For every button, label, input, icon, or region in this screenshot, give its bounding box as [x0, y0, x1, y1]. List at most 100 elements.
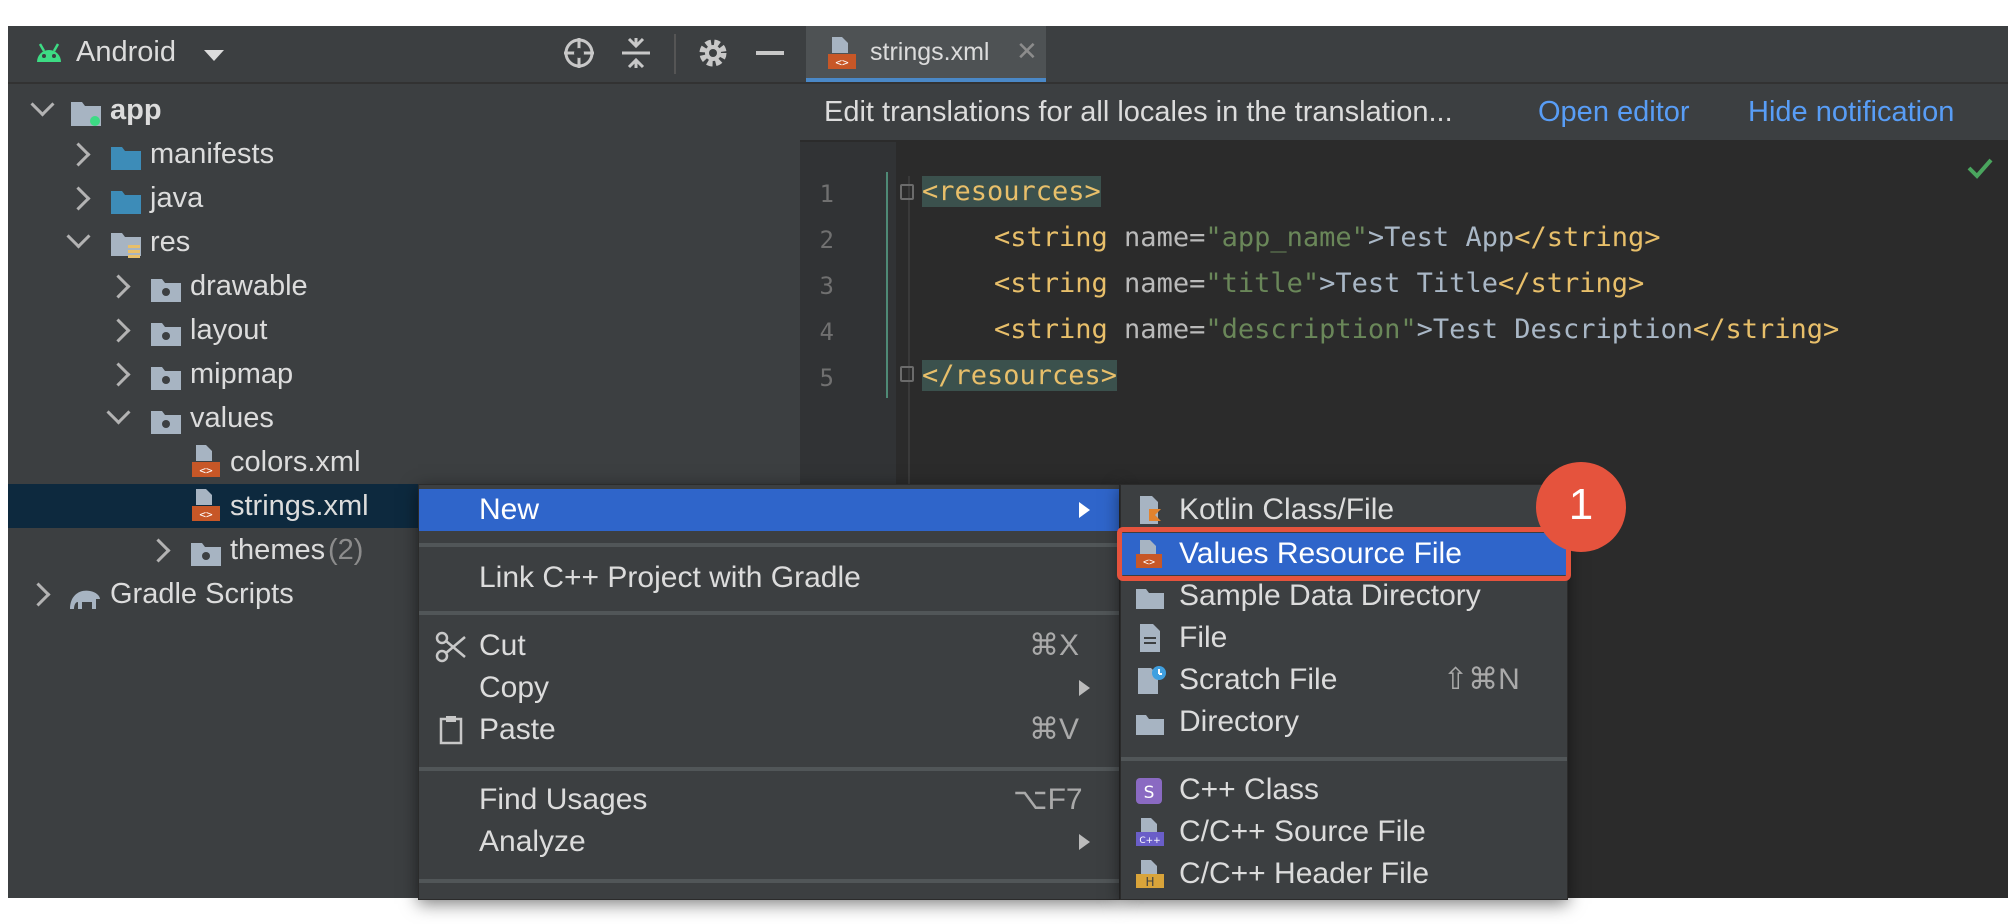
tree-item-layout[interactable]: layout — [8, 308, 800, 352]
svg-text:S: S — [1144, 783, 1155, 803]
cpp-source-icon: C++ — [1135, 817, 1164, 847]
folder-icon — [150, 272, 182, 302]
menu-item-find-usages[interactable]: Find Usages ⌥F7 — [419, 779, 1119, 821]
svg-text:<>: <> — [199, 464, 213, 477]
code-line-5[interactable]: </resources> — [922, 360, 1118, 391]
code-line-2[interactable]: <string name="app_name">Test App</string… — [994, 222, 1661, 253]
close-icon[interactable]: ✕ — [1016, 36, 1038, 67]
step-callout: 1 — [1536, 462, 1626, 552]
folder-icon — [150, 360, 182, 390]
menu-separator — [419, 879, 1119, 883]
tree-item-app[interactable]: app — [8, 88, 800, 132]
chevron-right-icon[interactable] — [66, 186, 91, 211]
menu-separator — [419, 611, 1119, 615]
chevron-right-icon[interactable] — [106, 274, 131, 299]
menu-item-cut[interactable]: Cut ⌘X — [419, 625, 1119, 667]
open-editor-link[interactable]: Open editor — [1538, 96, 1690, 129]
tree-item-colors-xml[interactable]: <> colors.xml — [8, 440, 800, 484]
android-icon — [34, 40, 64, 69]
line-number: 3 — [819, 272, 834, 300]
tree-item-java[interactable]: java — [8, 176, 800, 220]
submenu-item-kotlin[interactable]: Kotlin Class/File — [1121, 489, 1567, 531]
chevron-down-icon[interactable] — [106, 400, 131, 425]
svg-text:C++: C++ — [1139, 836, 1160, 846]
tree-item-manifests[interactable]: manifests — [8, 132, 800, 176]
submenu-item-scratch-file[interactable]: Scratch File ⇧⌘N — [1121, 659, 1567, 701]
menu-separator — [419, 767, 1119, 771]
folder-icon — [110, 184, 142, 214]
chevron-down-icon[interactable] — [66, 224, 91, 249]
project-view-selector[interactable]: Android — [76, 36, 176, 69]
xml-file-icon: <> — [190, 444, 222, 477]
menu-separator — [419, 543, 1119, 547]
submenu-arrow-icon — [1079, 834, 1090, 850]
menu-item-new[interactable]: New — [419, 489, 1119, 531]
submenu-item-cpp-header[interactable]: H C/C++ Header File — [1121, 853, 1567, 895]
menu-item-copy[interactable]: Copy — [419, 667, 1119, 709]
translation-notification: Edit translations for all locales in the… — [800, 84, 2008, 140]
submenu-item-cpp-source[interactable]: C++ C/C++ Source File — [1121, 811, 1567, 853]
menu-separator — [1121, 757, 1567, 761]
chevron-right-icon[interactable] — [66, 142, 91, 167]
folder-icon — [150, 404, 182, 434]
tree-item-values[interactable]: values — [8, 396, 800, 440]
svg-text:H: H — [1145, 875, 1154, 889]
svg-text:<>: <> — [199, 508, 213, 521]
tree-item-drawable[interactable]: drawable — [8, 264, 800, 308]
project-panel-header: Android — [8, 26, 800, 84]
inspection-ok-icon[interactable] — [1966, 156, 1994, 185]
chevron-down-icon[interactable] — [30, 92, 55, 117]
clipboard-icon — [439, 715, 463, 757]
cpp-class-icon: S — [1135, 775, 1163, 805]
menu-item-link-cpp[interactable]: Link C++ Project with Gradle — [419, 557, 1119, 599]
menu-item-analyze[interactable]: Analyze — [419, 821, 1119, 863]
tab-strings-xml[interactable]: <> strings.xml ✕ — [806, 26, 1046, 82]
submenu-arrow-icon — [1079, 502, 1090, 518]
kotlin-file-icon — [1135, 495, 1163, 525]
themes-count: (2) — [328, 534, 364, 566]
chevron-right-icon[interactable] — [26, 582, 51, 607]
folder-icon — [1135, 581, 1164, 611]
submenu-item-sample-data[interactable]: Sample Data Directory — [1121, 575, 1567, 617]
menu-item-paste[interactable]: Paste ⌘V — [419, 709, 1119, 751]
module-folder-icon — [70, 96, 102, 126]
dropdown-arrow-icon[interactable] — [204, 50, 224, 61]
hide-notification-link[interactable]: Hide notification — [1748, 96, 1954, 129]
chevron-right-icon[interactable] — [106, 362, 131, 387]
gear-icon[interactable] — [696, 36, 730, 75]
xml-file-icon: <> — [190, 488, 222, 521]
gradle-icon — [68, 580, 100, 609]
submenu-item-cpp-class[interactable]: S C++ Class — [1121, 769, 1567, 811]
fold-icon[interactable] — [900, 366, 914, 382]
submenu-item-file[interactable]: File — [1121, 617, 1567, 659]
folder-icon — [150, 316, 182, 346]
submenu-item-directory[interactable]: Directory — [1121, 701, 1567, 743]
tree-item-mipmap[interactable]: mipmap — [8, 352, 800, 396]
hide-panel-icon[interactable] — [756, 51, 784, 55]
folder-icon — [1135, 707, 1164, 737]
tree-item-res[interactable]: res — [8, 220, 800, 264]
line-number: 5 — [819, 364, 834, 392]
context-menu: New Link C++ Project with Gradle Cut ⌘X … — [418, 484, 1120, 900]
toolbar-divider — [674, 34, 676, 74]
folder-icon — [110, 140, 142, 170]
file-icon — [1137, 623, 1165, 653]
fold-icon[interactable] — [900, 184, 914, 200]
fold-marker — [886, 172, 888, 398]
code-line-4[interactable]: <string name="description">Test Descript… — [994, 314, 1839, 345]
locate-file-icon[interactable] — [562, 36, 596, 75]
collapse-all-icon[interactable] — [620, 36, 652, 75]
chevron-right-icon[interactable] — [106, 318, 131, 343]
line-number: 2 — [819, 226, 834, 254]
chevron-right-icon[interactable] — [146, 538, 171, 563]
cpp-header-icon: H — [1135, 859, 1164, 889]
xml-file-icon: <> — [826, 36, 858, 75]
submenu-arrow-icon — [1079, 680, 1090, 696]
code-line-1[interactable]: <resources> — [922, 176, 1101, 207]
resource-folder-icon — [110, 228, 142, 258]
highlight-box — [1117, 527, 1571, 581]
code-line-3[interactable]: <string name="title">Test Title</string> — [994, 268, 1644, 299]
folder-icon — [190, 536, 222, 566]
svg-text:<>: <> — [835, 56, 849, 69]
editor-tab-bar: <> strings.xml ✕ — [800, 26, 2008, 84]
